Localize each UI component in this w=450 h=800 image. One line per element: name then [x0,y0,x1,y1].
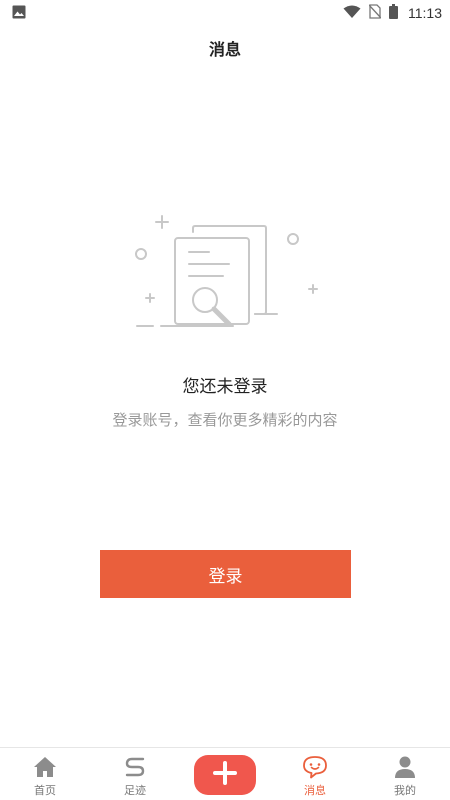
tab-message[interactable]: 消息 [270,748,360,800]
empty-document-search-illustration [125,208,325,338]
tab-footprint[interactable]: 足迹 [90,748,180,800]
login-button[interactable]: 登录 [100,550,351,598]
add-icon [213,761,237,789]
tab-home[interactable]: 首页 [0,748,90,800]
battery-icon [389,3,398,23]
tab-add [180,748,270,800]
gallery-notification-icon [12,4,26,23]
no-sim-icon [368,3,382,23]
tab-label: 首页 [34,784,56,797]
tab-label: 消息 [304,784,326,797]
page-title: 消息 [208,40,241,59]
profile-icon [392,754,418,780]
tab-label: 足迹 [124,784,146,797]
header: 消息 [0,26,450,70]
home-icon [32,754,58,780]
message-icon [302,754,328,780]
wifi-icon [343,4,361,23]
empty-state-description: 登录账号，查看你更多精彩的内容 [112,411,338,429]
status-bar: 11:13 [0,0,450,26]
status-time: 11:13 [408,5,442,21]
footprint-icon [122,754,148,780]
tab-label: 我的 [394,784,416,797]
add-button[interactable] [194,755,256,795]
bottom-tab-bar: 首页 足迹 消息 我的 [0,747,450,800]
tab-profile[interactable]: 我的 [360,748,450,800]
empty-state-title: 您还未登录 [182,377,268,397]
